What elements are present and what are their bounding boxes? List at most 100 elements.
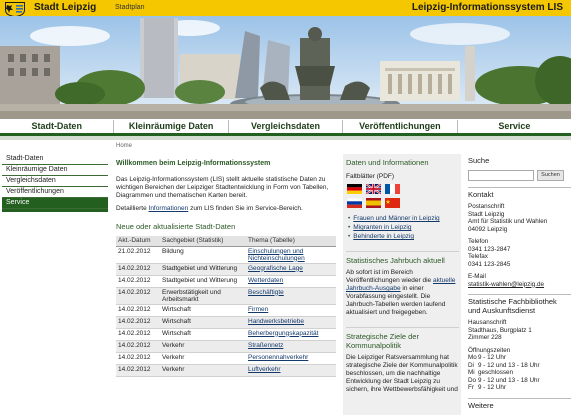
info-title: Daten und Informationen: [346, 158, 429, 167]
intro-text: Das Leipzig-Informationssystem (LIS) ste…: [116, 176, 329, 199]
table-row: 14.02.2012 Stadtgebiet und Witterung Geo…: [116, 263, 336, 276]
hours-time: 9 - 12 und 13 - 18 Uhr: [478, 361, 540, 369]
hausanschrift-line: Stadthaus, Burgplatz 1: [468, 326, 532, 334]
row-area: Wirtschaft: [160, 304, 246, 317]
detail-text: Detaillierte Informationen zum LIS finde…: [116, 205, 336, 213]
weitere-title: Weitere: [468, 400, 494, 410]
row-date: 14.02.2012: [116, 263, 160, 276]
row-date: 14.02.2012: [116, 304, 160, 317]
table-row: 14.02.2012 Wirtschaft Firmen: [116, 304, 336, 317]
row-area: Verkehr: [160, 352, 246, 365]
telefax-number: 0341 123-2845: [468, 260, 511, 268]
sidebar-item-stadt-daten[interactable]: Stadt-Daten: [2, 154, 108, 165]
row-area: Erwerbstätigkeit und Arbeitsmarkt: [160, 287, 246, 305]
search-row: Suchen: [468, 170, 571, 181]
telefon-number: 0341 123-2847: [468, 245, 511, 253]
table-row: 14.02.2012 Wirtschaft Beherbergungskapaz…: [116, 328, 336, 341]
row-topic-link[interactable]: Firmen: [246, 304, 336, 317]
ziele-text: Die Leipziger Ratsversammlung hat strate…: [346, 354, 458, 393]
row-topic-link[interactable]: Wetterdaten: [246, 275, 336, 288]
chinese-flag-icon[interactable]: [385, 198, 400, 208]
row-topic-link[interactable]: Straßennetz: [246, 340, 336, 353]
row-topic-link[interactable]: Beschäftigte: [246, 287, 336, 305]
row-date: 14.02.2012: [116, 352, 160, 365]
email-link[interactable]: statistik-wahlen@leipzig.de: [468, 281, 571, 289]
row-area: Verkehr: [160, 364, 246, 377]
table-row: 14.02.2012 Stadtgebiet und Witterung Wet…: [116, 275, 336, 288]
kontakt-title: Kontakt: [468, 190, 494, 199]
row-topic-link[interactable]: Luftverkehr: [246, 364, 336, 377]
link-behinderte[interactable]: Behinderte in Leipzig: [348, 232, 459, 241]
table-row: 14.02.2012 Wirtschaft Handwerksbetriebe: [116, 316, 336, 329]
banner-image: [0, 16, 571, 119]
detail-suffix: zum LIS finden Sie im Service-Bereich.: [188, 205, 303, 212]
col-header-topic: Thema (Tabelle): [246, 236, 336, 247]
leipzig-coat-of-arms-logo[interactable]: [3, 1, 27, 17]
hausanschrift-label: Hausanschrift: [468, 319, 507, 326]
stadtplan-link[interactable]: Stadtplan: [115, 4, 145, 11]
search-input[interactable]: [468, 170, 534, 181]
system-title: Leipzig-Informationssystem LIS: [411, 2, 563, 13]
right-column: Suche Suchen Kontakt Postanschrift Stadt…: [468, 154, 571, 414]
site-name[interactable]: Stadt Leipzig: [34, 2, 96, 13]
link-frauen-maenner[interactable]: Frauen und Männer in Leipzig: [348, 214, 459, 223]
hours-day: Mi: [468, 369, 475, 376]
hours-time: geschlossen: [478, 369, 514, 376]
row-topic-link[interactable]: Geografische Lage: [246, 263, 336, 276]
row-topic-link[interactable]: Einschulungen und Nichteinschulungen: [246, 246, 336, 264]
nav-service[interactable]: Service: [458, 120, 571, 133]
informationen-link[interactable]: Informationen: [149, 205, 189, 212]
postanschrift-line: 04092 Leipzig: [468, 225, 508, 233]
main-navigation: Stadt-Daten Kleinräumige Daten Vergleich…: [0, 120, 571, 136]
row-date: 14.02.2012: [116, 275, 160, 288]
sidebar-item-vergleichsdaten[interactable]: Vergleichsdaten: [2, 176, 108, 187]
table-row: 14.02.2012 Erwerbstätigkeit und Arbeitsm…: [116, 287, 336, 305]
hours-day: Di: [468, 361, 474, 369]
nav-veroeffentlichungen[interactable]: Veröffentlichungen: [343, 120, 458, 133]
weitere-section: Weitere: [468, 397, 571, 410]
fachbibliothek-section: Statistische Fachbibliothek und Auskunft…: [468, 294, 571, 392]
uk-flag-icon[interactable]: [366, 184, 381, 194]
news-table: Akt.-Datum Sachgebiet (Statistik) Thema …: [116, 236, 336, 377]
row-topic-link[interactable]: Beherbergungskapazität: [246, 328, 336, 341]
detail-prefix: Detaillierte: [116, 205, 149, 212]
top-bar: Stadt Leipzig Stadtplan Leipzig-Informat…: [0, 0, 571, 17]
hours-day: Fr: [468, 384, 474, 391]
search-button[interactable]: Suchen: [537, 170, 564, 181]
russian-flag-icon[interactable]: [347, 198, 362, 208]
row-date: 14.02.2012: [116, 364, 160, 377]
row-area: Wirtschaft: [160, 328, 246, 341]
language-flags: [347, 184, 459, 208]
nav-stadt-daten[interactable]: Stadt-Daten: [0, 120, 115, 133]
sidebar-item-veroeffentlichungen[interactable]: Veröffentlichungen: [2, 187, 108, 198]
kontakt-section: Kontakt Postanschrift Stadt Leipzig Amt …: [468, 187, 571, 288]
row-area: Verkehr: [160, 340, 246, 353]
sidebar: Stadt-Daten Kleinräumige Daten Vergleich…: [2, 154, 108, 212]
col-header-area: Sachgebiet (Statistik): [160, 236, 246, 247]
table-row: 14.02.2012 Verkehr Straßennetz: [116, 340, 336, 353]
row-topic-link[interactable]: Handwerksbetriebe: [246, 316, 336, 329]
postanschrift-line: Amt für Statistik und Wahlen: [468, 218, 548, 225]
french-flag-icon[interactable]: [385, 184, 400, 194]
link-migranten[interactable]: Migranten in Leipzig: [348, 223, 459, 232]
row-topic-link[interactable]: Personennahverkehr: [246, 352, 336, 365]
postanschrift-line: Stadt Leipzig: [468, 210, 505, 218]
table-row: 14.02.2012 Verkehr Luftverkehr: [116, 364, 336, 377]
spanish-flag-icon[interactable]: [366, 198, 381, 208]
opening-hours: Mo 9 - 12 Uhr Di 9 - 12 und 13 - 18 Uhr Mi…: [468, 354, 571, 392]
row-area: Stadtgebiet und Witterung: [160, 275, 246, 288]
nav-vergleichsdaten[interactable]: Vergleichsdaten: [229, 120, 344, 133]
news-title: Neue oder aktualisierte Stadt-Daten: [116, 222, 236, 231]
table-row: 21.02.2012 Bildung Einschulungen und Nic…: [116, 246, 336, 264]
postanschrift-label: Postanschrift: [468, 203, 505, 210]
sidebar-item-kleinraeumige-daten[interactable]: Kleinräumige Daten: [2, 165, 108, 176]
sidebar-item-service[interactable]: Service: [2, 198, 108, 209]
nav-kleinraeumige-daten[interactable]: Kleinräumige Daten: [114, 120, 229, 133]
german-flag-icon[interactable]: [347, 184, 362, 194]
row-date: 14.02.2012: [116, 287, 160, 305]
row-date: 14.02.2012: [116, 328, 160, 341]
nav-divider: [0, 136, 571, 140]
breadcrumb[interactable]: Home: [116, 143, 132, 149]
row-area: Bildung: [160, 246, 246, 264]
telefax-label: Telefax: [468, 253, 488, 260]
